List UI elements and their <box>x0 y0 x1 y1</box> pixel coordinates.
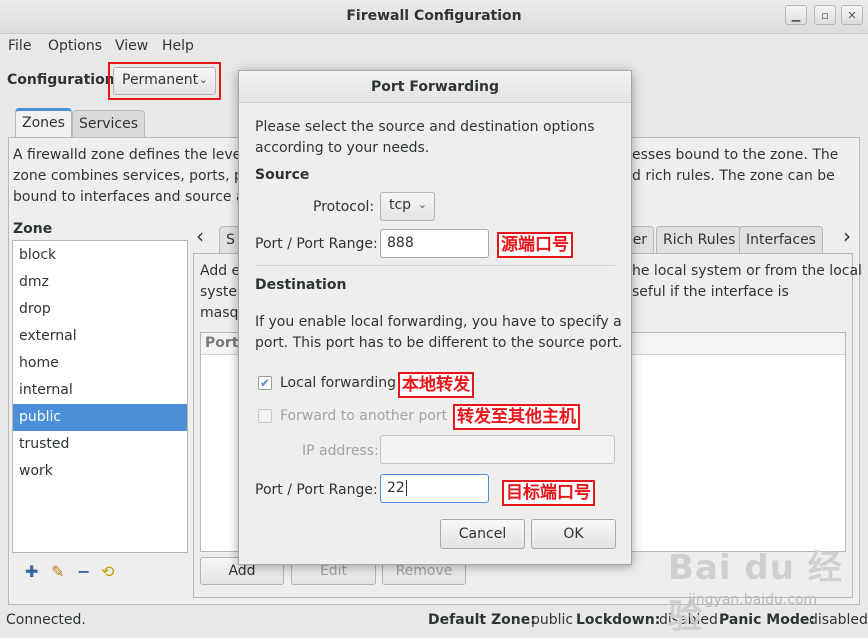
tab-zones[interactable]: Zones <box>15 108 72 138</box>
minimize-button[interactable]: ▁ <box>785 5 807 25</box>
dialog-intro-line: according to your needs. <box>255 140 430 156</box>
minus-icon[interactable]: − <box>77 562 90 582</box>
forward-other-port-checkbox[interactable] <box>258 409 272 423</box>
destination-port-input[interactable]: 22 <box>380 474 489 503</box>
checkmark-icon: ✔ <box>259 376 271 390</box>
connection-status: Connected. <box>6 612 86 628</box>
menu-help[interactable]: Help <box>162 38 194 54</box>
zone-item-trusted[interactable]: trusted <box>13 431 187 458</box>
zone-item-public[interactable]: public <box>13 404 187 431</box>
ok-button[interactable]: OK <box>531 519 616 549</box>
destination-port-label: Port / Port Range: <box>255 482 378 498</box>
text-cursor <box>405 480 407 496</box>
zone-item-block[interactable]: block <box>13 242 187 269</box>
zone-description-line: zone combines services, ports, pro <box>13 168 257 184</box>
source-heading: Source <box>255 167 310 183</box>
scroll-tabs-left-icon[interactable]: ‹ <box>196 224 204 248</box>
window-titlebar: Firewall Configuration ▁ ▫ ✕ <box>0 0 868 34</box>
zone-item-internal[interactable]: internal <box>13 377 187 404</box>
maximize-icon: ▫ <box>821 8 829 22</box>
local-forwarding-checkbox[interactable]: ✔ <box>258 376 272 390</box>
maximize-button[interactable]: ▫ <box>814 5 836 25</box>
menu-options[interactable]: Options <box>48 38 102 54</box>
protocol-select[interactable]: tcp ⌄ <box>380 192 435 221</box>
close-icon: ✕ <box>847 8 857 22</box>
zone-item-dmz[interactable]: dmz <box>13 269 187 296</box>
zone-description-right-line: esses bound to the zone. The <box>632 147 839 163</box>
zone-description-right-line: d rich rules. The zone can be <box>632 168 835 184</box>
forward-other-port-label: Forward to another port <box>280 408 448 424</box>
default-zone-value: public <box>531 612 574 628</box>
destination-heading: Destination <box>255 277 347 293</box>
minimize-icon: ▁ <box>791 8 801 22</box>
zone-item-external[interactable]: external <box>13 323 187 350</box>
zone-item-home[interactable]: home <box>13 350 187 377</box>
configuration-value: Permanent <box>122 72 199 88</box>
chevron-down-icon: ⌄ <box>198 73 208 86</box>
source-port-input[interactable]: 888 <box>380 229 489 258</box>
ip-address-input[interactable] <box>380 435 615 464</box>
tab-services[interactable]: Services <box>72 110 146 138</box>
watermark-url: jingyan.baidu.com <box>688 592 818 608</box>
configuration-select[interactable]: Permanent ⌄ <box>113 67 216 95</box>
dialog-title: Port Forwarding <box>239 71 631 103</box>
ip-address-label: IP address: <box>302 443 379 459</box>
close-button[interactable]: ✕ <box>841 5 863 25</box>
panel-text-right: he local system or from the local <box>632 263 862 279</box>
default-zone-label: Default Zone: <box>428 612 536 628</box>
zone-description-line: A firewalld zone defines the level <box>13 147 246 163</box>
destination-port-value: 22 <box>387 480 405 496</box>
tab-interfaces[interactable]: Interfaces <box>739 226 823 254</box>
lockdown-label: Lockdown: <box>576 612 661 628</box>
scroll-tabs-right-icon[interactable]: › <box>843 224 851 248</box>
local-forwarding-label: Local forwarding <box>280 375 397 391</box>
subtab-rich-rules-label: Rich Rules <box>663 232 736 248</box>
menu-bar: File Options View Help <box>0 34 868 60</box>
panel-text-left: Add e <box>200 263 241 279</box>
subtab-first-label: S <box>226 232 235 248</box>
load-defaults-icon[interactable]: ⟲ <box>101 562 114 582</box>
protocol-value: tcp <box>389 197 412 213</box>
menu-view[interactable]: View <box>115 38 148 54</box>
annotation-source-port: 源端口号 <box>497 232 573 258</box>
tab-zones-label: Zones <box>22 115 65 131</box>
cancel-button[interactable]: Cancel <box>440 519 525 549</box>
zone-item-work[interactable]: work <box>13 458 187 485</box>
menu-file[interactable]: File <box>8 38 31 54</box>
plus-icon[interactable]: ✚ <box>25 562 38 582</box>
annotation-local-forwarding: 本地转发 <box>398 372 474 398</box>
subtab-interfaces-label: Interfaces <box>746 232 816 248</box>
edit-icon[interactable]: ✎ <box>51 562 64 582</box>
annotation-destination-port: 目标端口号 <box>502 480 595 506</box>
destination-text-line: If you enable local forwarding, you have… <box>255 314 622 330</box>
window-title: Firewall Configuration <box>346 8 522 24</box>
annotation-forward-other: 转发至其他主机 <box>453 404 580 430</box>
zone-panel-title: Zone <box>13 221 53 237</box>
dialog-intro-line: Please select the source and destination… <box>255 119 595 135</box>
source-port-label: Port / Port Range: <box>255 236 378 252</box>
zone-description-line: bound to interfaces and source add <box>13 189 263 205</box>
zone-item-drop[interactable]: drop <box>13 296 187 323</box>
baidu-watermark: Bai du 经验 jingyan.baidu.com <box>668 540 868 638</box>
panel-text-left: syster <box>200 284 243 300</box>
tab-rich-rules[interactable]: Rich Rules <box>656 226 743 254</box>
destination-text-line: port. This port has to be different to t… <box>255 335 623 351</box>
panel-text-right: seful if the interface is <box>632 284 789 300</box>
chevron-down-icon: ⌄ <box>417 198 427 211</box>
zone-list[interactable]: block dmz drop external home internal pu… <box>12 240 188 553</box>
column-header-port[interactable]: Port <box>205 335 238 351</box>
tab-services-label: Services <box>79 116 139 132</box>
dialog-divider <box>255 265 615 266</box>
configuration-label: Configuration: <box>7 72 121 88</box>
protocol-label: Protocol: <box>313 199 375 215</box>
